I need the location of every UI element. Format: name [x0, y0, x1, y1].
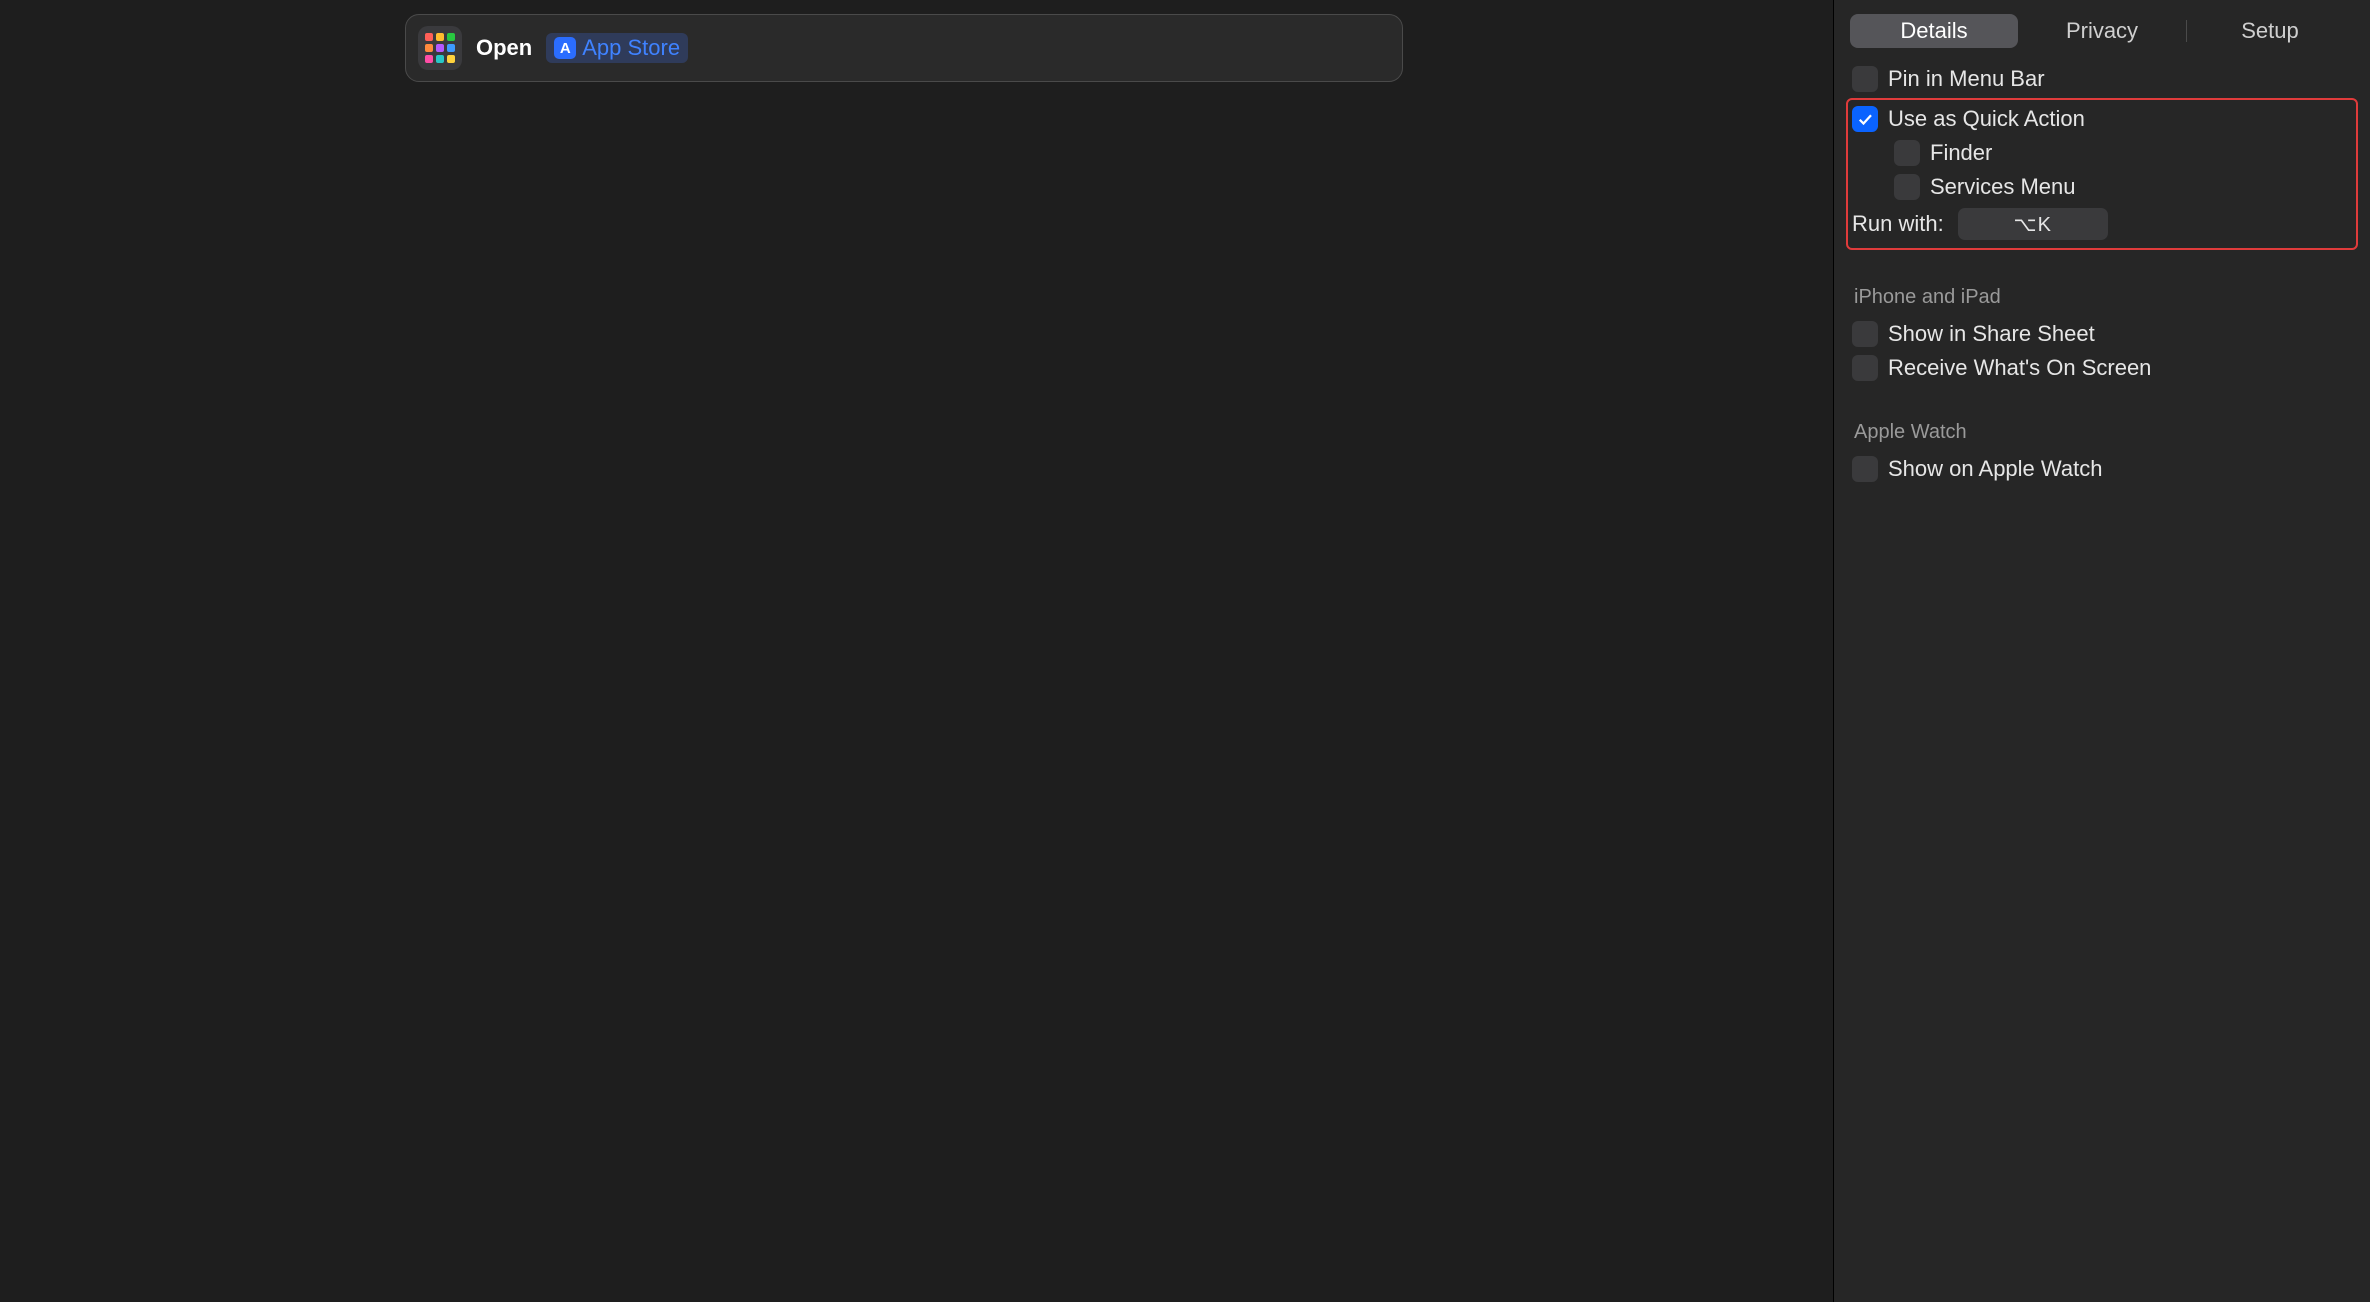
- app-store-badge-icon: A: [554, 37, 576, 59]
- row-pin-menu-bar[interactable]: Pin in Menu Bar: [1852, 62, 2352, 96]
- tab-details[interactable]: Details: [1850, 14, 2018, 48]
- section-watch: Apple Watch Show on Apple Watch: [1834, 395, 2370, 496]
- label-on-screen: Receive What's On Screen: [1888, 355, 2151, 381]
- row-show-on-watch[interactable]: Show on Apple Watch: [1852, 452, 2352, 486]
- checkbox-finder[interactable]: [1894, 140, 1920, 166]
- inspector-panel: Details Privacy Setup Pin in Menu Bar Us…: [1834, 0, 2370, 1302]
- row-quick-action[interactable]: Use as Quick Action: [1852, 102, 2350, 136]
- run-with-shortcut-field[interactable]: ⌥K: [1958, 208, 2108, 240]
- shortcut-app-icon: [418, 26, 462, 70]
- shortcut-editor-canvas[interactable]: Open A App Store: [0, 0, 1834, 1302]
- checkbox-show-on-watch[interactable]: [1852, 456, 1878, 482]
- checkbox-on-screen[interactable]: [1852, 355, 1878, 381]
- checkbox-quick-action[interactable]: [1852, 106, 1878, 132]
- checkbox-share-sheet[interactable]: [1852, 321, 1878, 347]
- label-quick-action: Use as Quick Action: [1888, 106, 2085, 132]
- checkbox-services-menu[interactable]: [1894, 174, 1920, 200]
- quick-action-highlight: Use as Quick Action Finder Services Menu…: [1846, 98, 2358, 250]
- row-run-with: Run with: ⌥K: [1852, 204, 2350, 242]
- section-title-watch: Apple Watch: [1854, 421, 2352, 444]
- tab-setup[interactable]: Setup: [2186, 14, 2354, 48]
- row-services-menu[interactable]: Services Menu: [1852, 170, 2350, 204]
- tab-privacy[interactable]: Privacy: [2018, 14, 2186, 48]
- label-run-with: Run with:: [1852, 211, 1944, 237]
- label-share-sheet: Show in Share Sheet: [1888, 321, 2095, 347]
- row-share-sheet[interactable]: Show in Share Sheet: [1852, 317, 2352, 351]
- section-ios: iPhone and iPad Show in Share Sheet Rece…: [1834, 260, 2370, 395]
- app-store-token[interactable]: A App Store: [546, 33, 688, 63]
- label-services-menu: Services Menu: [1930, 174, 2076, 200]
- checkmark-icon: [1856, 110, 1874, 128]
- label-finder: Finder: [1930, 140, 1992, 166]
- section-title-ios: iPhone and iPad: [1854, 286, 2352, 309]
- action-verb: Open: [476, 35, 532, 61]
- row-finder[interactable]: Finder: [1852, 136, 2350, 170]
- section-mac: Pin in Menu Bar Use as Quick Action Find…: [1834, 58, 2370, 260]
- label-pin-menu-bar: Pin in Menu Bar: [1888, 66, 2045, 92]
- inspector-tab-bar: Details Privacy Setup: [1834, 0, 2370, 58]
- row-on-screen[interactable]: Receive What's On Screen: [1852, 351, 2352, 385]
- checkbox-pin-menu-bar[interactable]: [1852, 66, 1878, 92]
- app-store-token-label: App Store: [582, 35, 680, 61]
- open-app-action-row[interactable]: Open A App Store: [405, 14, 1403, 82]
- label-show-on-watch: Show on Apple Watch: [1888, 456, 2102, 482]
